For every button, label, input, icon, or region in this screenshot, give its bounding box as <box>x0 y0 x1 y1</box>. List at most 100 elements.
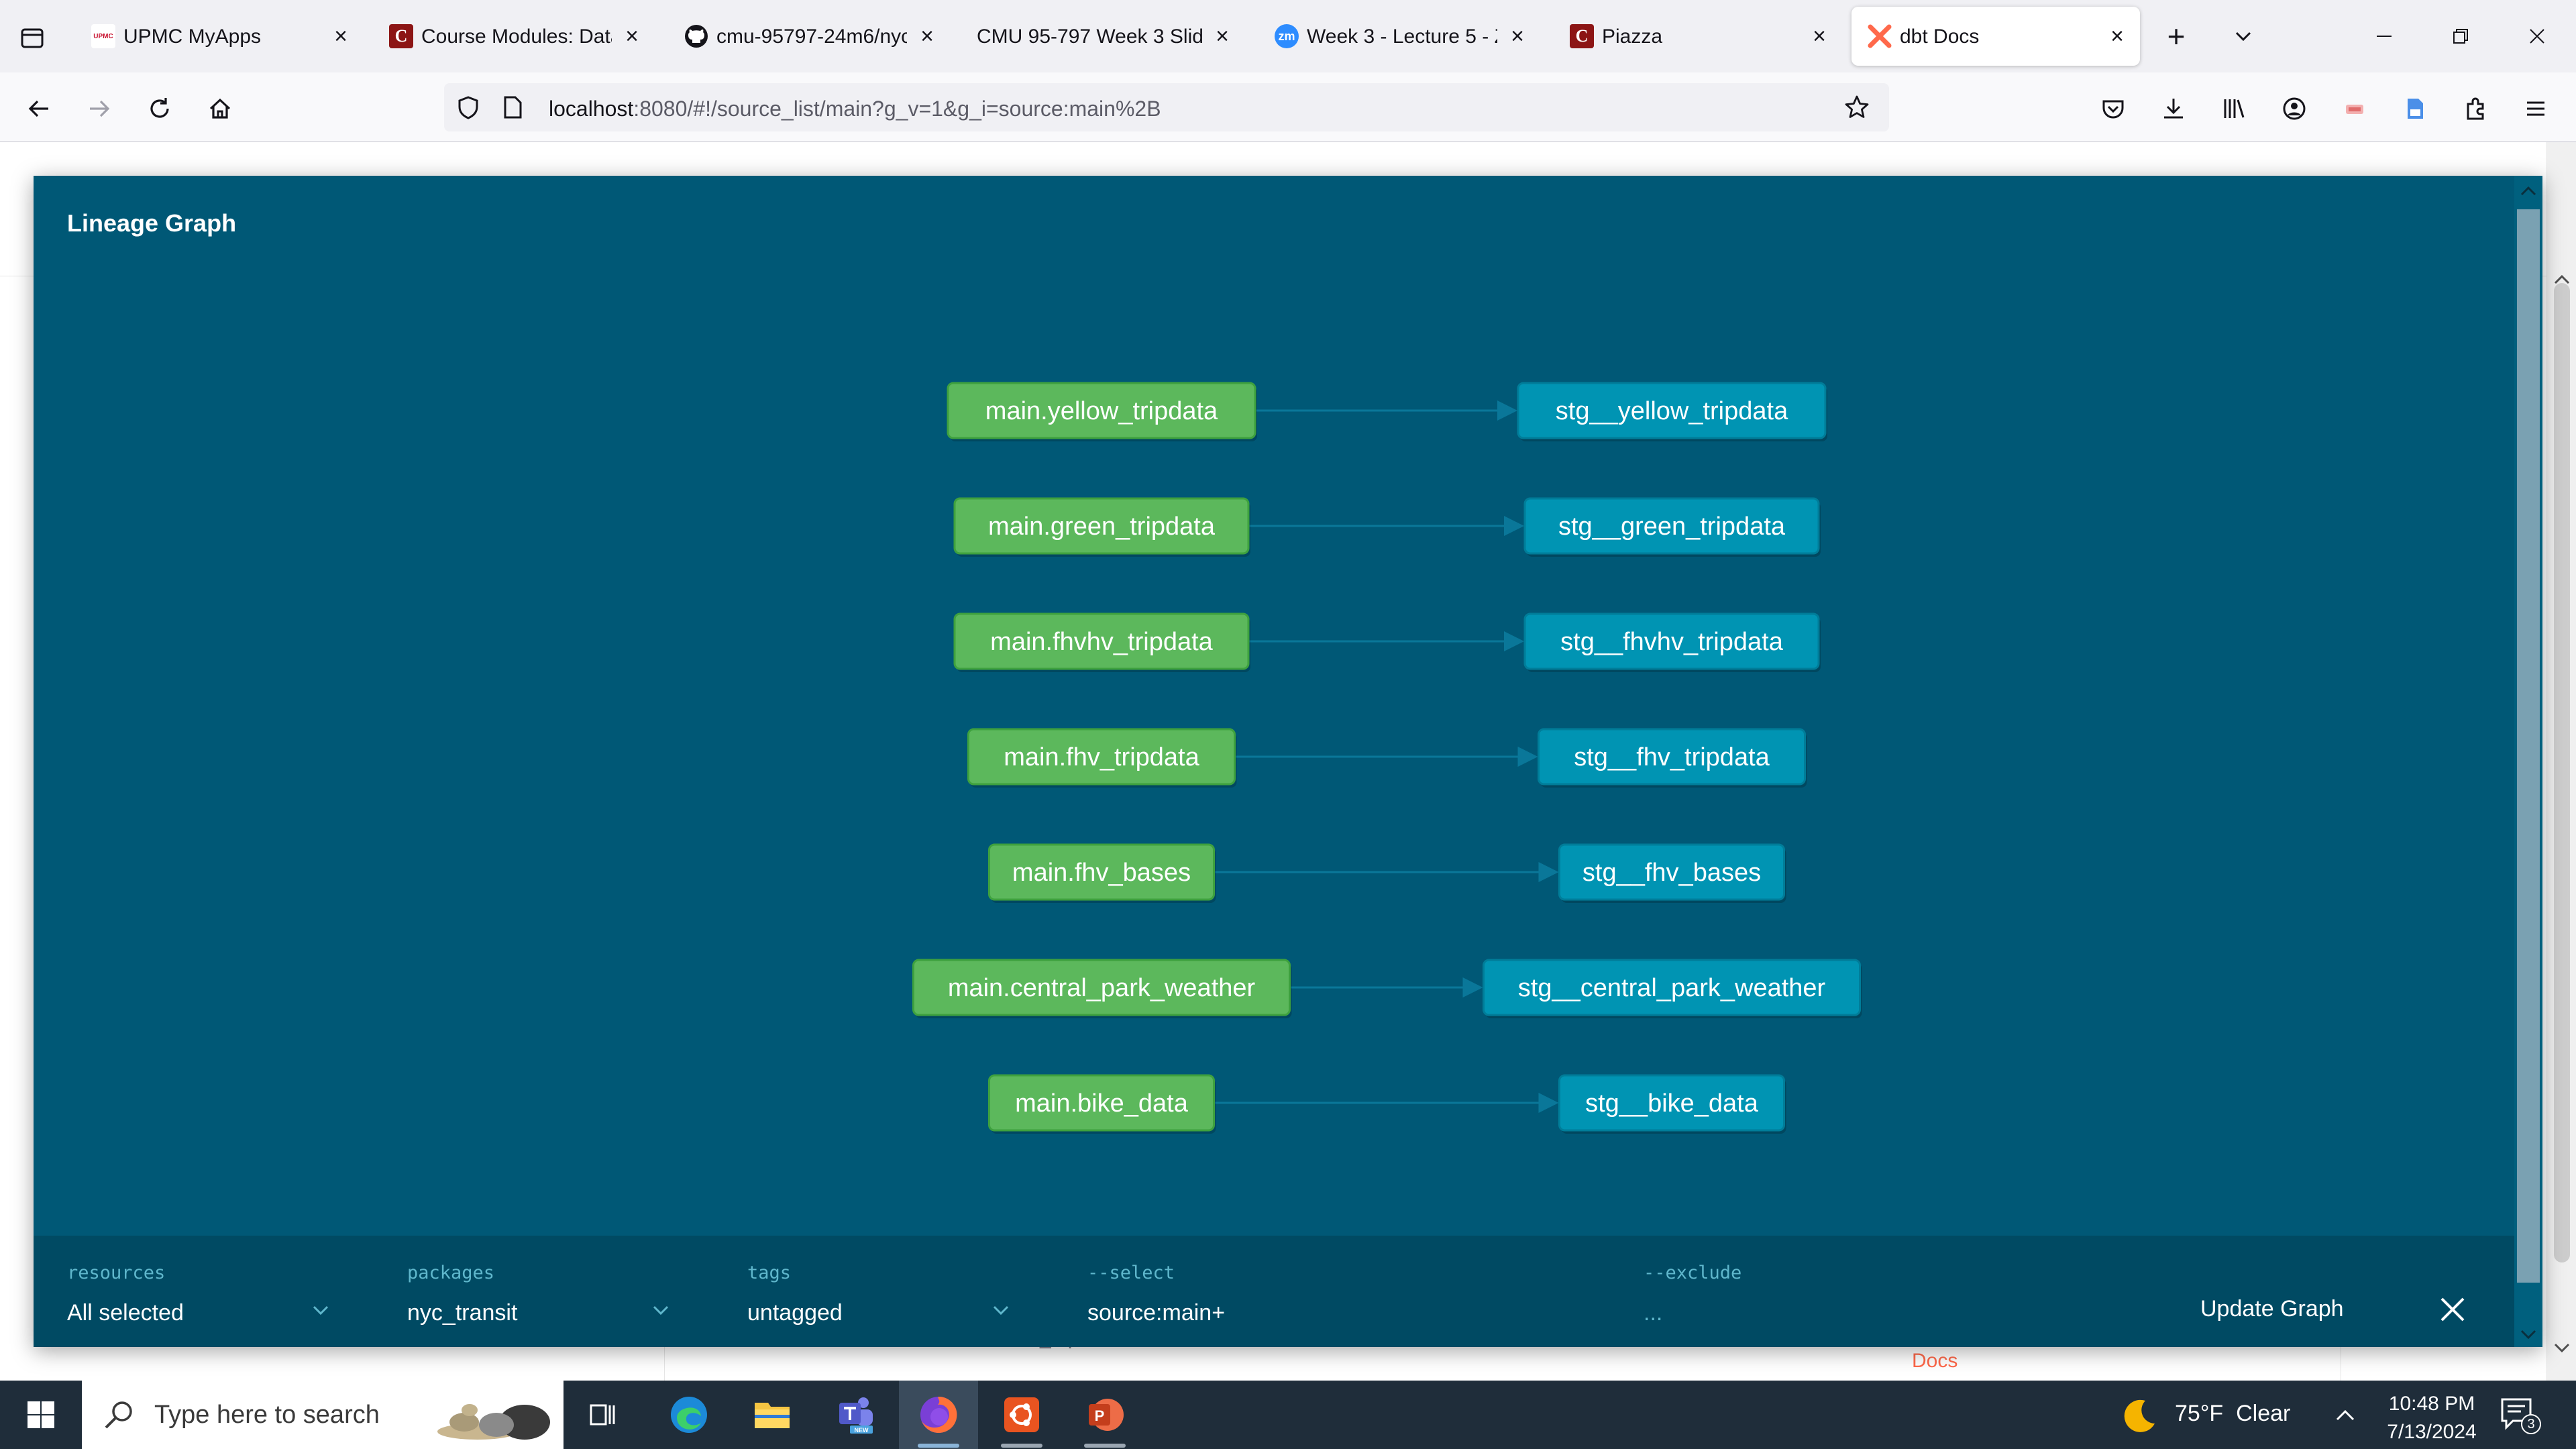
packages-value[interactable]: nyc_transit <box>407 1300 517 1326</box>
model-node-0[interactable]: stg__yellow_tripdata <box>1517 382 1827 441</box>
tab-course-modules[interactable]: C Course Modules: Data × <box>373 7 655 66</box>
extension-button-1[interactable] <box>2339 93 2371 125</box>
tab-zoom-lecture[interactable]: zm Week 3 - Lecture 5 - Z × <box>1258 7 1540 66</box>
source-node-4[interactable]: main.fhv_bases <box>988 843 1216 903</box>
hamburger-menu-icon <box>2527 101 2544 116</box>
tab-dbt-docs[interactable]: dbt Docs × <box>1851 7 2140 66</box>
taskbar-search-box[interactable]: Type here to search <box>82 1381 564 1449</box>
taskbar-teams[interactable]: NEW <box>816 1381 895 1449</box>
resources-value[interactable]: All selected <box>67 1300 184 1326</box>
close-tab-icon[interactable]: × <box>2104 23 2131 50</box>
tab-title: dbt Docs <box>1900 25 1980 48</box>
model-node-5[interactable]: stg__central_park_weather <box>1483 959 1862 1018</box>
tags-value[interactable]: untagged <box>747 1300 843 1326</box>
list-all-tabs-button[interactable] <box>2227 20 2259 52</box>
account-button[interactable] <box>2278 93 2310 125</box>
model-node-3[interactable]: stg__fhv_tripdata <box>1538 728 1807 788</box>
close-tab-icon[interactable]: × <box>619 23 645 50</box>
url-text[interactable]: localhost:8080/#!/source_list/main?g_v=1… <box>549 97 1161 121</box>
extension-button-2[interactable] <box>2399 93 2431 125</box>
source-node-1[interactable]: main.green_tripdata <box>953 497 1250 557</box>
svg-text:P: P <box>1095 1407 1105 1424</box>
update-graph-button[interactable]: Update Graph <box>2200 1296 2344 1322</box>
close-icon[interactable] <box>2434 1291 2471 1328</box>
source-node-6[interactable]: main.bike_data <box>988 1074 1216 1134</box>
task-view-button[interactable] <box>564 1381 643 1449</box>
chevron-down-icon[interactable] <box>989 1299 1013 1323</box>
lineage-modal-scrollbar[interactable] <box>2514 176 2542 1347</box>
windows-taskbar: Type here to search NEW P 75°F Clear 10:… <box>0 1381 2576 1449</box>
forward-button[interactable] <box>83 93 115 125</box>
taskbar-file-explorer[interactable] <box>733 1381 812 1449</box>
model-node-label: stg__central_park_weather <box>1518 974 1826 1002</box>
close-tab-icon[interactable]: × <box>327 23 354 50</box>
notification-center-button[interactable]: 3 <box>2497 1394 2544 1436</box>
model-node-label: stg__fhv_bases <box>1582 859 1761 887</box>
url-host: localhost <box>549 97 634 121</box>
select-input[interactable]: source:main+ <box>1087 1300 1225 1326</box>
library-button[interactable] <box>2218 93 2250 125</box>
search-placeholder: Type here to search <box>154 1401 380 1429</box>
running-app-indicator <box>1001 1444 1042 1448</box>
tab-title: cmu-95797-24m6/nyc <box>716 25 907 48</box>
new-tab-button[interactable]: + <box>2160 19 2192 54</box>
bookmark-star-icon[interactable] <box>1843 94 1870 121</box>
source-node-2[interactable]: main.fhvhv_tripdata <box>953 612 1250 672</box>
tab-title: CMU 95-797 Week 3 Slide <box>977 25 1202 48</box>
minimize-window-button[interactable] <box>2368 20 2400 52</box>
model-node-4[interactable]: stg__fhv_bases <box>1558 843 1786 903</box>
teams-icon: NEW <box>839 1397 873 1434</box>
folder-icon <box>755 1403 790 1428</box>
downloads-button[interactable] <box>2157 93 2190 125</box>
start-button[interactable] <box>0 1381 82 1449</box>
extensions-button[interactable] <box>2459 93 2491 125</box>
tab-week3-slides[interactable]: CMU 95-797 Week 3 Slide × <box>963 7 1245 66</box>
taskbar-powerpoint[interactable]: P <box>1065 1381 1144 1449</box>
restore-window-button[interactable] <box>2445 20 2477 52</box>
taskbar-firefox[interactable] <box>899 1381 978 1449</box>
chevron-down-icon[interactable] <box>309 1299 333 1323</box>
weather-widget[interactable]: 75°F Clear <box>2175 1401 2290 1427</box>
app-menu-button[interactable] <box>2520 93 2552 125</box>
reload-button[interactable] <box>144 93 176 125</box>
modal-scroll-up-icon[interactable] <box>2518 182 2538 199</box>
modal-scroll-down-icon[interactable] <box>2518 1327 2538 1343</box>
page-scrollbar-thumb[interactable] <box>2554 283 2570 1263</box>
model-node-1[interactable]: stg__green_tripdata <box>1523 497 1821 557</box>
exclude-input[interactable]: ... <box>1644 1300 1662 1326</box>
source-node-3[interactable]: main.fhv_tripdata <box>967 728 1237 788</box>
close-tab-icon[interactable]: × <box>1806 23 1833 50</box>
taskbar-ubuntu[interactable] <box>982 1381 1061 1449</box>
lineage-graph-canvas[interactable]: main.yellow_tripdata stg__yellow_tripdata… <box>34 176 2514 1236</box>
edge-browser-icon <box>671 1397 707 1433</box>
canvas-favicon-icon: C <box>389 24 413 48</box>
powerpoint-icon: P <box>1089 1399 1124 1431</box>
chevron-up-icon[interactable] <box>2333 1406 2357 1424</box>
firefox-view-button[interactable] <box>16 21 48 54</box>
select-label: --select <box>1087 1263 1175 1283</box>
close-tab-icon[interactable]: × <box>1504 23 1531 50</box>
source-node-5[interactable]: main.central_park_weather <box>912 959 1292 1018</box>
model-node-6[interactable]: stg__bike_data <box>1558 1074 1786 1134</box>
scroll-down-icon[interactable] <box>2553 1342 2571 1354</box>
taskbar-edge[interactable] <box>649 1381 729 1449</box>
address-bar[interactable]: localhost:8080/#!/source_list/main?g_v=1… <box>444 83 1889 131</box>
page-scrollbar[interactable] <box>2546 142 2576 1381</box>
page-info-icon[interactable] <box>502 95 523 119</box>
pocket-button[interactable] <box>2097 93 2129 125</box>
tab-piazza[interactable]: C Piazza × <box>1554 7 1842 66</box>
back-button[interactable] <box>23 93 55 125</box>
source-node-0[interactable]: main.yellow_tripdata <box>947 382 1257 441</box>
tracking-protection-shield-icon[interactable] <box>456 95 480 119</box>
system-clock[interactable]: 10:48 PM 7/13/2024 <box>2375 1390 2489 1446</box>
close-tab-icon[interactable]: × <box>914 23 941 50</box>
tab-upmc-myapps[interactable]: UPMC UPMC MyApps × <box>75 7 364 66</box>
close-window-button[interactable] <box>2521 20 2553 52</box>
close-tab-icon[interactable]: × <box>1209 23 1236 50</box>
tab-github-repo[interactable]: cmu-95797-24m6/nyc × <box>668 7 950 66</box>
lineage-modal-scrollbar-thumb[interactable] <box>2517 209 2540 1283</box>
chevron-down-icon[interactable] <box>649 1299 673 1323</box>
moon-weather-icon[interactable] <box>2120 1397 2159 1436</box>
model-node-2[interactable]: stg__fhvhv_tripdata <box>1523 612 1821 672</box>
home-button[interactable] <box>204 93 236 125</box>
